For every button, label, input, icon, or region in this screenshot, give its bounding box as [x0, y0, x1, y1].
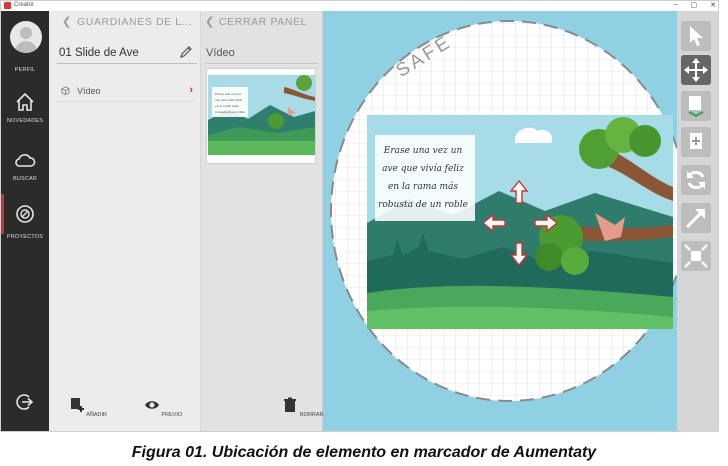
thumbnail-text-line: Erase una vez un [214, 92, 241, 96]
project-name: GUARDIANES DE L... [77, 16, 193, 28]
pencil-icon[interactable] [179, 45, 193, 59]
story-line: Erase una vez un [383, 146, 463, 156]
story-line: robusta de un roble [378, 200, 468, 210]
detail-subtitle: Vídeo [206, 47, 235, 59]
thumbnail-text-line: en la rama más [215, 104, 239, 108]
home-icon [16, 92, 34, 111]
profile-label: PERFIL [14, 67, 36, 73]
close-panel-label: CERRAR PANEL [219, 16, 308, 28]
cube-icon [61, 86, 70, 95]
move-icon [684, 58, 708, 82]
sidebar-item-label: NOVEDADES [6, 118, 44, 124]
thumbnail-text-line: robusta de un roble [215, 110, 245, 114]
add-slide-icon [70, 398, 84, 412]
preview-button[interactable]: PREVIO [141, 397, 185, 418]
fit-icon [684, 244, 708, 268]
app-window: Creator – ▢ ✕ PERFIL NOVEDADES BUSCAR PR… [0, 0, 719, 432]
pointer-tool[interactable] [681, 21, 711, 51]
figure-caption: Figura 01. Ubicación de elemento en marc… [131, 444, 597, 461]
video-thumbnail[interactable]: Erase una vez un ave que vivía feliz en … [206, 68, 316, 164]
pointer-icon [690, 26, 703, 46]
element-label: Vídeo [77, 86, 101, 96]
move-tool[interactable] [681, 55, 711, 85]
close-panel-header[interactable]: ❮ CERRAR PANEL [201, 11, 322, 33]
minimize-button[interactable]: – [674, 1, 678, 9]
transform-toolbar [677, 11, 718, 431]
story-line: ave que vivía feliz [382, 163, 464, 174]
delete-label: BORRAR [300, 412, 324, 418]
avatar[interactable] [10, 21, 42, 53]
close-window-button[interactable]: ✕ [710, 1, 716, 9]
maximize-button[interactable]: ▢ [691, 1, 698, 9]
rotate-icon [687, 170, 705, 190]
thumbnail-text-line: ave que vivía feliz [215, 98, 243, 102]
send-backward-tool[interactable] [681, 91, 711, 121]
trash-icon [284, 397, 297, 412]
sidebar-item-label: PROYECTOS [6, 234, 44, 240]
story-line: en la rama más [388, 181, 458, 192]
add-button[interactable]: AÑADIR [66, 397, 110, 418]
logout-icon[interactable] [15, 392, 35, 412]
sidebar-item-novedades[interactable]: NOVEDADES [1, 87, 49, 127]
eye-icon [144, 401, 159, 409]
sidebar-item-proyectos[interactable]: PROYECTOS [1, 197, 49, 240]
video-element[interactable]: Erase una vez un ave que vivía feliz en … [367, 115, 673, 329]
chevron-left-icon: ❮ [62, 16, 72, 28]
back-header[interactable]: ❮ GUARDIANES DE L... [49, 11, 200, 33]
projects-icon [16, 205, 34, 223]
slide-name-field[interactable]: 01 Slide de Ave [59, 47, 139, 59]
resize-diagonal-icon [685, 209, 705, 229]
thumbnail-image: Erase una vez un ave que vivía feliz en … [208, 75, 315, 155]
detail-panel: ❮ CERRAR PANEL Vídeo Erase una vez un av… [201, 11, 325, 431]
preview-label: PREVIO [161, 412, 183, 418]
chevron-right-icon: › [189, 84, 193, 96]
cloud-icon [15, 154, 36, 167]
elements-panel: ❮ GUARDIANES DE L... 01 Slide de Ave Víd… [49, 11, 201, 431]
layer-up-icon [690, 133, 702, 149]
add-label: AÑADIR [86, 412, 107, 418]
layer-down-icon [688, 96, 704, 118]
app-icon [4, 2, 11, 9]
fit-tool[interactable] [681, 241, 711, 271]
marker-canvas[interactable]: SAFE Erase una vez un ave que vivía feli… [323, 11, 677, 431]
marker-stage: SAFE Erase una vez un ave que vivía feli… [323, 11, 677, 431]
chevron-left-icon: ❮ [205, 16, 215, 28]
list-item-video[interactable]: Vídeo › [57, 81, 195, 102]
sidebar: PERFIL NOVEDADES BUSCAR PROYECTOS [1, 11, 49, 431]
delete-button[interactable]: BORRAR [281, 397, 325, 418]
sidebar-item-buscar[interactable]: BUSCAR [1, 145, 49, 185]
divider [205, 63, 317, 64]
resize-tool[interactable] [681, 203, 711, 233]
sidebar-item-label: BUSCAR [12, 176, 38, 182]
divider [57, 63, 197, 64]
bring-forward-tool[interactable] [681, 127, 711, 157]
app-title: Creator [14, 2, 35, 8]
rotate-tool[interactable] [681, 165, 711, 195]
